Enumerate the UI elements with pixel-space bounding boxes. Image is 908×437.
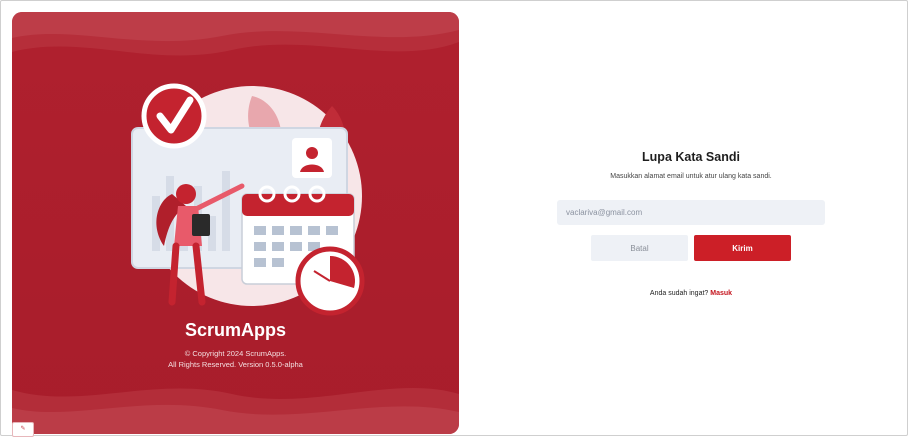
page-subtitle: Masukkan alamat email untuk atur ulang k…: [610, 173, 772, 180]
login-link[interactable]: Masuk: [710, 290, 732, 297]
calendar-illustration: [131, 83, 365, 316]
app-name: ScrumApps: [184, 320, 287, 340]
user-avatar-icon: [292, 138, 332, 178]
cancel-button[interactable]: Batal: [591, 235, 688, 261]
page-title: Lupa Kata Sandi: [642, 150, 740, 164]
forgot-password-form: Lupa Kata Sandi Masukkan alamat email un…: [557, 0, 825, 436]
top-wave-decoration: [12, 12, 459, 56]
check-badge-icon: [141, 83, 207, 149]
brand-panel: ScrumApps © Copyright 2024 ScrumApps. Al…: [12, 12, 459, 434]
submit-button[interactable]: Kirim: [694, 235, 791, 261]
corner-badge-icon: ✎: [12, 422, 34, 437]
copyright-line: © Copyright 2024 ScrumApps.: [184, 349, 287, 358]
login-prompt-text: Anda sudah ingat?: [649, 290, 709, 297]
clock-icon: [295, 246, 365, 316]
login-prompt: Anda sudah ingat? Masuk: [557, 290, 825, 297]
email-field[interactable]: [557, 200, 825, 225]
bottom-wave-decoration: [12, 388, 459, 434]
